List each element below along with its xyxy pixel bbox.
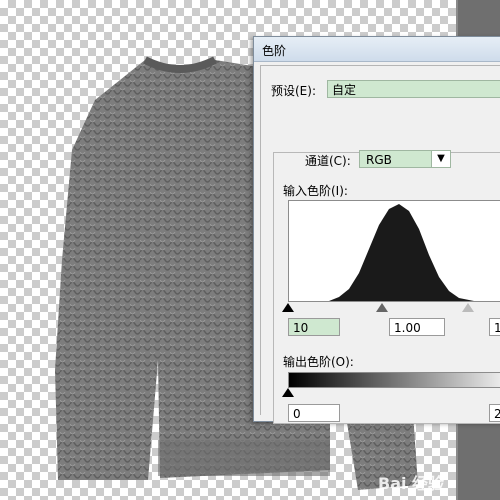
histogram-graph bbox=[289, 204, 500, 301]
input-gamma-field[interactable]: 1.00 bbox=[389, 318, 445, 336]
channel-value: RGB bbox=[366, 153, 392, 167]
triangle-up-icon[interactable] bbox=[376, 303, 388, 312]
triangle-up-icon[interactable] bbox=[282, 388, 294, 397]
triangle-up-icon[interactable] bbox=[462, 303, 474, 312]
output-levels-label: 输出色阶(O): bbox=[283, 355, 354, 369]
input-levels-label: 输入色阶(I): bbox=[283, 184, 348, 198]
triangle-up-icon[interactable] bbox=[282, 303, 294, 312]
output-gradient bbox=[288, 372, 500, 388]
watermark-text: Bai 经验 bbox=[378, 474, 445, 493]
dialog-titlebar[interactable]: 色阶 bbox=[254, 37, 500, 62]
input-white-field[interactable]: 1 bbox=[489, 318, 500, 336]
output-slider[interactable] bbox=[282, 388, 500, 398]
dialog-body: 预设(E): 自定 通道(C): RGB ▼ 输入色阶(I): 10 1.00 … bbox=[260, 65, 500, 424]
channel-select[interactable]: RGB ▼ bbox=[359, 150, 451, 168]
channel-label: 通道(C): bbox=[305, 154, 351, 168]
watermark: Bai 经验 bbox=[378, 470, 488, 494]
preset-select[interactable]: 自定 bbox=[327, 80, 500, 98]
output-black-field[interactable]: 0 bbox=[288, 404, 340, 422]
preset-label: 预设(E): bbox=[271, 84, 316, 98]
levels-dialog: 色阶 预设(E): 自定 通道(C): RGB ▼ 输入色阶(I): 10 1.… bbox=[253, 36, 500, 424]
output-white-field[interactable]: 2 bbox=[489, 404, 500, 422]
dialog-title: 色阶 bbox=[262, 44, 287, 58]
chevron-down-icon[interactable]: ▼ bbox=[431, 151, 450, 167]
histogram bbox=[288, 200, 500, 302]
input-slider[interactable] bbox=[282, 301, 500, 313]
input-black-field[interactable]: 10 bbox=[288, 318, 340, 336]
